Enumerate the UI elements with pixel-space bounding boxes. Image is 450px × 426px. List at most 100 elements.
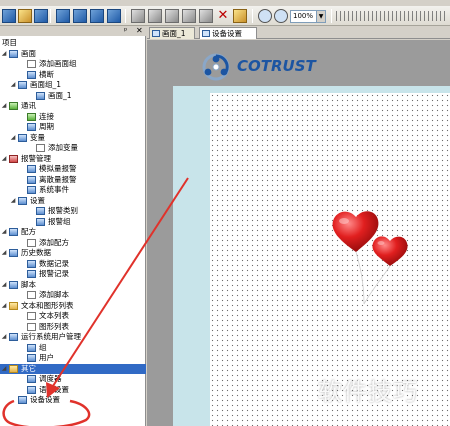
- align-left-icon[interactable]: [336, 11, 350, 21]
- graphic-list-icon: [27, 322, 36, 331]
- heart-balloons-image[interactable]: [330, 208, 415, 308]
- data-log-icon: [27, 259, 36, 268]
- tree-item[interactable]: 添加变量: [0, 143, 146, 154]
- add-script-icon: [27, 291, 36, 299]
- tree-item[interactable]: 添加配方: [0, 238, 146, 249]
- tree-item-label: 添加脚本: [39, 290, 69, 299]
- tree-item[interactable]: 文本列表: [0, 311, 146, 322]
- tree-item[interactable]: ◢ 配方: [0, 227, 146, 238]
- simulate-icon[interactable]: [90, 9, 104, 23]
- alarm-icon: [9, 154, 18, 163]
- tree-item[interactable]: ◢ 脚本: [0, 280, 146, 291]
- zoom-select[interactable]: 100% ▼: [290, 10, 326, 23]
- tree-item[interactable]: 添加脚本: [0, 290, 146, 301]
- tree-expander-icon[interactable]: ◢: [1, 227, 7, 238]
- tree-item[interactable]: ◢ 运行系统用户管理: [0, 332, 146, 343]
- tree-item[interactable]: ◢ 其它: [0, 363, 146, 375]
- tree-item[interactable]: 报警记录: [0, 269, 146, 280]
- distribute-icon[interactable]: [432, 11, 446, 21]
- new-icon[interactable]: [2, 9, 16, 23]
- online-icon[interactable]: [107, 9, 121, 23]
- tab-screen-1[interactable]: 画面_1: [149, 27, 195, 39]
- tree-expander-icon[interactable]: ◢: [1, 49, 7, 60]
- compile-icon[interactable]: [56, 9, 70, 23]
- tree-expander-icon[interactable]: ◢: [1, 248, 7, 259]
- tree-item[interactable]: 报警类别: [0, 206, 146, 217]
- tree-item-label: 用户: [39, 353, 54, 362]
- comm-icon: [9, 102, 18, 110]
- tree-item-label: 添加变量: [48, 143, 78, 152]
- tab-label: 设备设置: [212, 29, 242, 38]
- tree-item[interactable]: 图形列表: [0, 322, 146, 333]
- logo-wordmark: COTRUST: [237, 57, 316, 75]
- tree-expander-icon[interactable]: ◢: [1, 101, 7, 112]
- align-top-icon[interactable]: [384, 11, 398, 21]
- tree-item[interactable]: 报警组: [0, 217, 146, 228]
- tree-item[interactable]: ◢ 通讯: [0, 101, 146, 112]
- tab-device-settings[interactable]: 设备设置: [199, 27, 257, 39]
- tree-item[interactable]: 调度器: [0, 374, 146, 385]
- tree-item-label: 项目: [2, 38, 17, 47]
- undo-icon[interactable]: [131, 9, 145, 23]
- tree-item[interactable]: 语言设置: [0, 385, 146, 396]
- tree-item[interactable]: 周期: [0, 122, 146, 133]
- hmi-editor-window: ✕ 100% ▼ ᵖ ✕ 项目 ◢ 画面 添加画面组 横断 ◢ 画面组_1 画面_1 ◢ 通讯 连接…: [0, 0, 450, 426]
- tree-item[interactable]: 数据记录: [0, 259, 146, 270]
- tree-expander-icon[interactable]: ◢: [10, 196, 16, 207]
- tree-item[interactable]: 画面_1: [0, 91, 146, 102]
- cut-icon[interactable]: [165, 9, 179, 23]
- main-toolbar: ✕ 100% ▼: [0, 6, 450, 26]
- paste-icon[interactable]: [199, 9, 213, 23]
- tree-item[interactable]: 项目: [0, 38, 146, 49]
- tree-item[interactable]: ◢ 画面组_1: [0, 80, 146, 91]
- tree-expander-icon[interactable]: ◢: [1, 280, 7, 291]
- open-icon[interactable]: [18, 9, 32, 23]
- tree-item[interactable]: 添加画面组: [0, 59, 146, 70]
- zoom-in-icon[interactable]: [258, 9, 272, 23]
- tree-expander-icon[interactable]: ◢: [1, 154, 7, 165]
- copy-icon[interactable]: [182, 9, 196, 23]
- tree-item[interactable]: ◢ 变量: [0, 133, 146, 144]
- zoom-out-icon[interactable]: [274, 9, 288, 23]
- tree-item-label: 周期: [39, 122, 54, 131]
- tree-item[interactable]: 模拟量报警: [0, 164, 146, 175]
- toolbar-separator: [125, 9, 126, 23]
- align-right-icon[interactable]: [368, 11, 382, 21]
- tree-item[interactable]: ◢ 画面: [0, 49, 146, 60]
- close-icon[interactable]: ✕: [136, 26, 143, 35]
- tree-item-label: 其它: [21, 363, 36, 373]
- redo-icon[interactable]: [148, 9, 162, 23]
- tree-item[interactable]: 设备设置: [0, 395, 146, 406]
- tree-expander-icon[interactable]: ◢: [1, 364, 7, 375]
- delete-icon[interactable]: ✕: [216, 9, 230, 24]
- tree-item[interactable]: ◢ 文本和图形列表: [0, 301, 146, 312]
- tree-item[interactable]: ◢ 历史数据: [0, 248, 146, 259]
- project-tree: 项目 ◢ 画面 添加画面组 横断 ◢ 画面组_1 画面_1 ◢ 通讯 连接 周期 ◢ 变量 添加变量 ◢ 报警管…: [0, 38, 146, 406]
- tree-item[interactable]: 连接: [0, 112, 146, 123]
- language-icon: [27, 385, 36, 394]
- tree-expander-icon[interactable]: ◢: [1, 301, 7, 312]
- logo-mark-icon: [202, 53, 230, 81]
- cycle-icon: [27, 123, 36, 131]
- tree-item[interactable]: ◢ 设置: [0, 196, 146, 207]
- align-center-icon[interactable]: [352, 11, 366, 21]
- tree-item[interactable]: 组: [0, 343, 146, 354]
- find-icon[interactable]: [233, 9, 247, 23]
- tree-item-label: 文本和图形列表: [21, 300, 74, 310]
- download-icon[interactable]: [73, 9, 87, 23]
- tree-item[interactable]: 系统事件: [0, 185, 146, 196]
- align-bottom-icon[interactable]: [416, 11, 430, 21]
- tree-expander-icon[interactable]: ◢: [1, 332, 7, 343]
- tree-expander-icon[interactable]: ◢: [10, 133, 16, 144]
- system-event-icon: [27, 186, 36, 194]
- tree-item[interactable]: 离散量报警: [0, 175, 146, 186]
- align-middle-icon[interactable]: [400, 11, 414, 21]
- save-icon[interactable]: [34, 9, 48, 23]
- tree-expander-icon[interactable]: ◢: [10, 80, 16, 91]
- tree-item-label: 连接: [39, 111, 54, 121]
- chevron-down-icon[interactable]: ▼: [316, 11, 325, 22]
- tree-item[interactable]: 用户: [0, 353, 146, 364]
- pin-icon[interactable]: ᵖ: [124, 26, 127, 35]
- tree-item[interactable]: ◢ 报警管理: [0, 154, 146, 165]
- tree-item[interactable]: 横断: [0, 70, 146, 81]
